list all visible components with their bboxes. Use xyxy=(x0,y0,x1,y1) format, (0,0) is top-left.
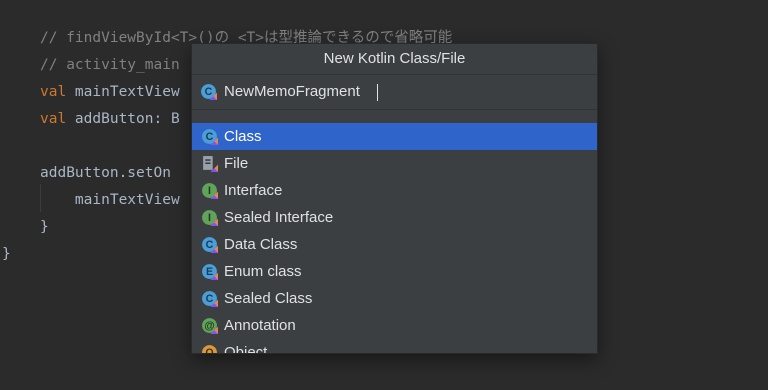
list-item-label: Enum class xyxy=(224,263,302,280)
code-text: mainTextView xyxy=(40,192,180,208)
list-item-label: File xyxy=(224,155,249,172)
svg-text:C: C xyxy=(206,239,214,251)
text-caret xyxy=(377,84,378,101)
list-item-sealed-interface[interactable]: I Sealed Interface xyxy=(192,204,597,231)
list-item-sealed-class[interactable]: C Sealed Class xyxy=(192,285,597,312)
list-item-file[interactable]: File xyxy=(192,150,597,177)
svg-text:C: C xyxy=(206,293,214,305)
kotlin-sealed-class-icon: C xyxy=(202,291,218,307)
code-line: addButton.setOn xyxy=(40,162,171,184)
kotlin-class-icon: C xyxy=(201,84,217,100)
svg-text:C: C xyxy=(205,86,213,98)
code-text: addButton.setOn xyxy=(40,165,171,181)
code-line: mainTextView xyxy=(40,189,180,211)
code-line: // activity_main xyxy=(40,54,180,76)
svg-text:O: O xyxy=(205,347,213,354)
code-line: val addButton: B xyxy=(40,108,180,130)
kotlin-sealed-interface-icon: I xyxy=(202,210,218,226)
list-item-label: Sealed Interface xyxy=(224,209,334,226)
code-keyword: val xyxy=(40,111,75,127)
list-item-label: Interface xyxy=(224,182,283,199)
list-item-label: Class xyxy=(224,128,262,145)
class-name-input[interactable] xyxy=(224,80,584,104)
kotlin-class-icon: C xyxy=(202,129,218,145)
kotlin-object-icon: O xyxy=(202,345,217,354)
svg-text:E: E xyxy=(206,266,213,278)
code-line: } xyxy=(40,216,49,238)
code-keyword: val xyxy=(40,84,75,100)
list-item-annotation[interactable]: @ Annotation xyxy=(192,312,597,339)
name-field-row: C xyxy=(192,74,597,110)
code-text: } xyxy=(2,246,11,262)
indent-guide xyxy=(40,184,41,212)
list-item-label: Data Class xyxy=(224,236,298,253)
kotlin-annotation-icon: @ xyxy=(202,318,218,334)
code-comment: // activity_main xyxy=(40,57,180,73)
code-line: } xyxy=(2,243,11,265)
svg-text:I: I xyxy=(208,185,211,197)
list-item-label: Object xyxy=(224,344,268,354)
code-text: mainTextView xyxy=(74,84,180,100)
list-item-data-class[interactable]: C Data Class xyxy=(192,231,597,258)
code-line: val mainTextView xyxy=(40,81,180,103)
list-item-class[interactable]: C Class xyxy=(192,123,597,150)
new-kotlin-file-dialog: New Kotlin Class/File C C Class File I Inter… xyxy=(191,43,598,354)
list-item-enum-class[interactable]: E Enum class xyxy=(192,258,597,285)
code-text: addButton: B xyxy=(74,111,180,127)
code-text: } xyxy=(40,219,49,235)
svg-text:I: I xyxy=(208,212,211,224)
kotlin-enum-icon: E xyxy=(202,264,218,280)
svg-text:C: C xyxy=(206,131,214,143)
file-kind-list[interactable]: C Class File I Interface I Sealed Interface C Da… xyxy=(192,123,597,354)
list-item-label: Annotation xyxy=(224,317,296,334)
dialog-title: New Kotlin Class/File xyxy=(192,44,597,74)
kotlin-file-icon xyxy=(203,156,218,172)
svg-text:@: @ xyxy=(204,320,214,332)
list-item-interface[interactable]: I Interface xyxy=(192,177,597,204)
list-item-object[interactable]: O Object xyxy=(192,339,597,354)
list-item-label: Sealed Class xyxy=(224,290,313,307)
kotlin-interface-icon: I xyxy=(202,183,218,199)
kotlin-data-class-icon: C xyxy=(202,237,218,253)
